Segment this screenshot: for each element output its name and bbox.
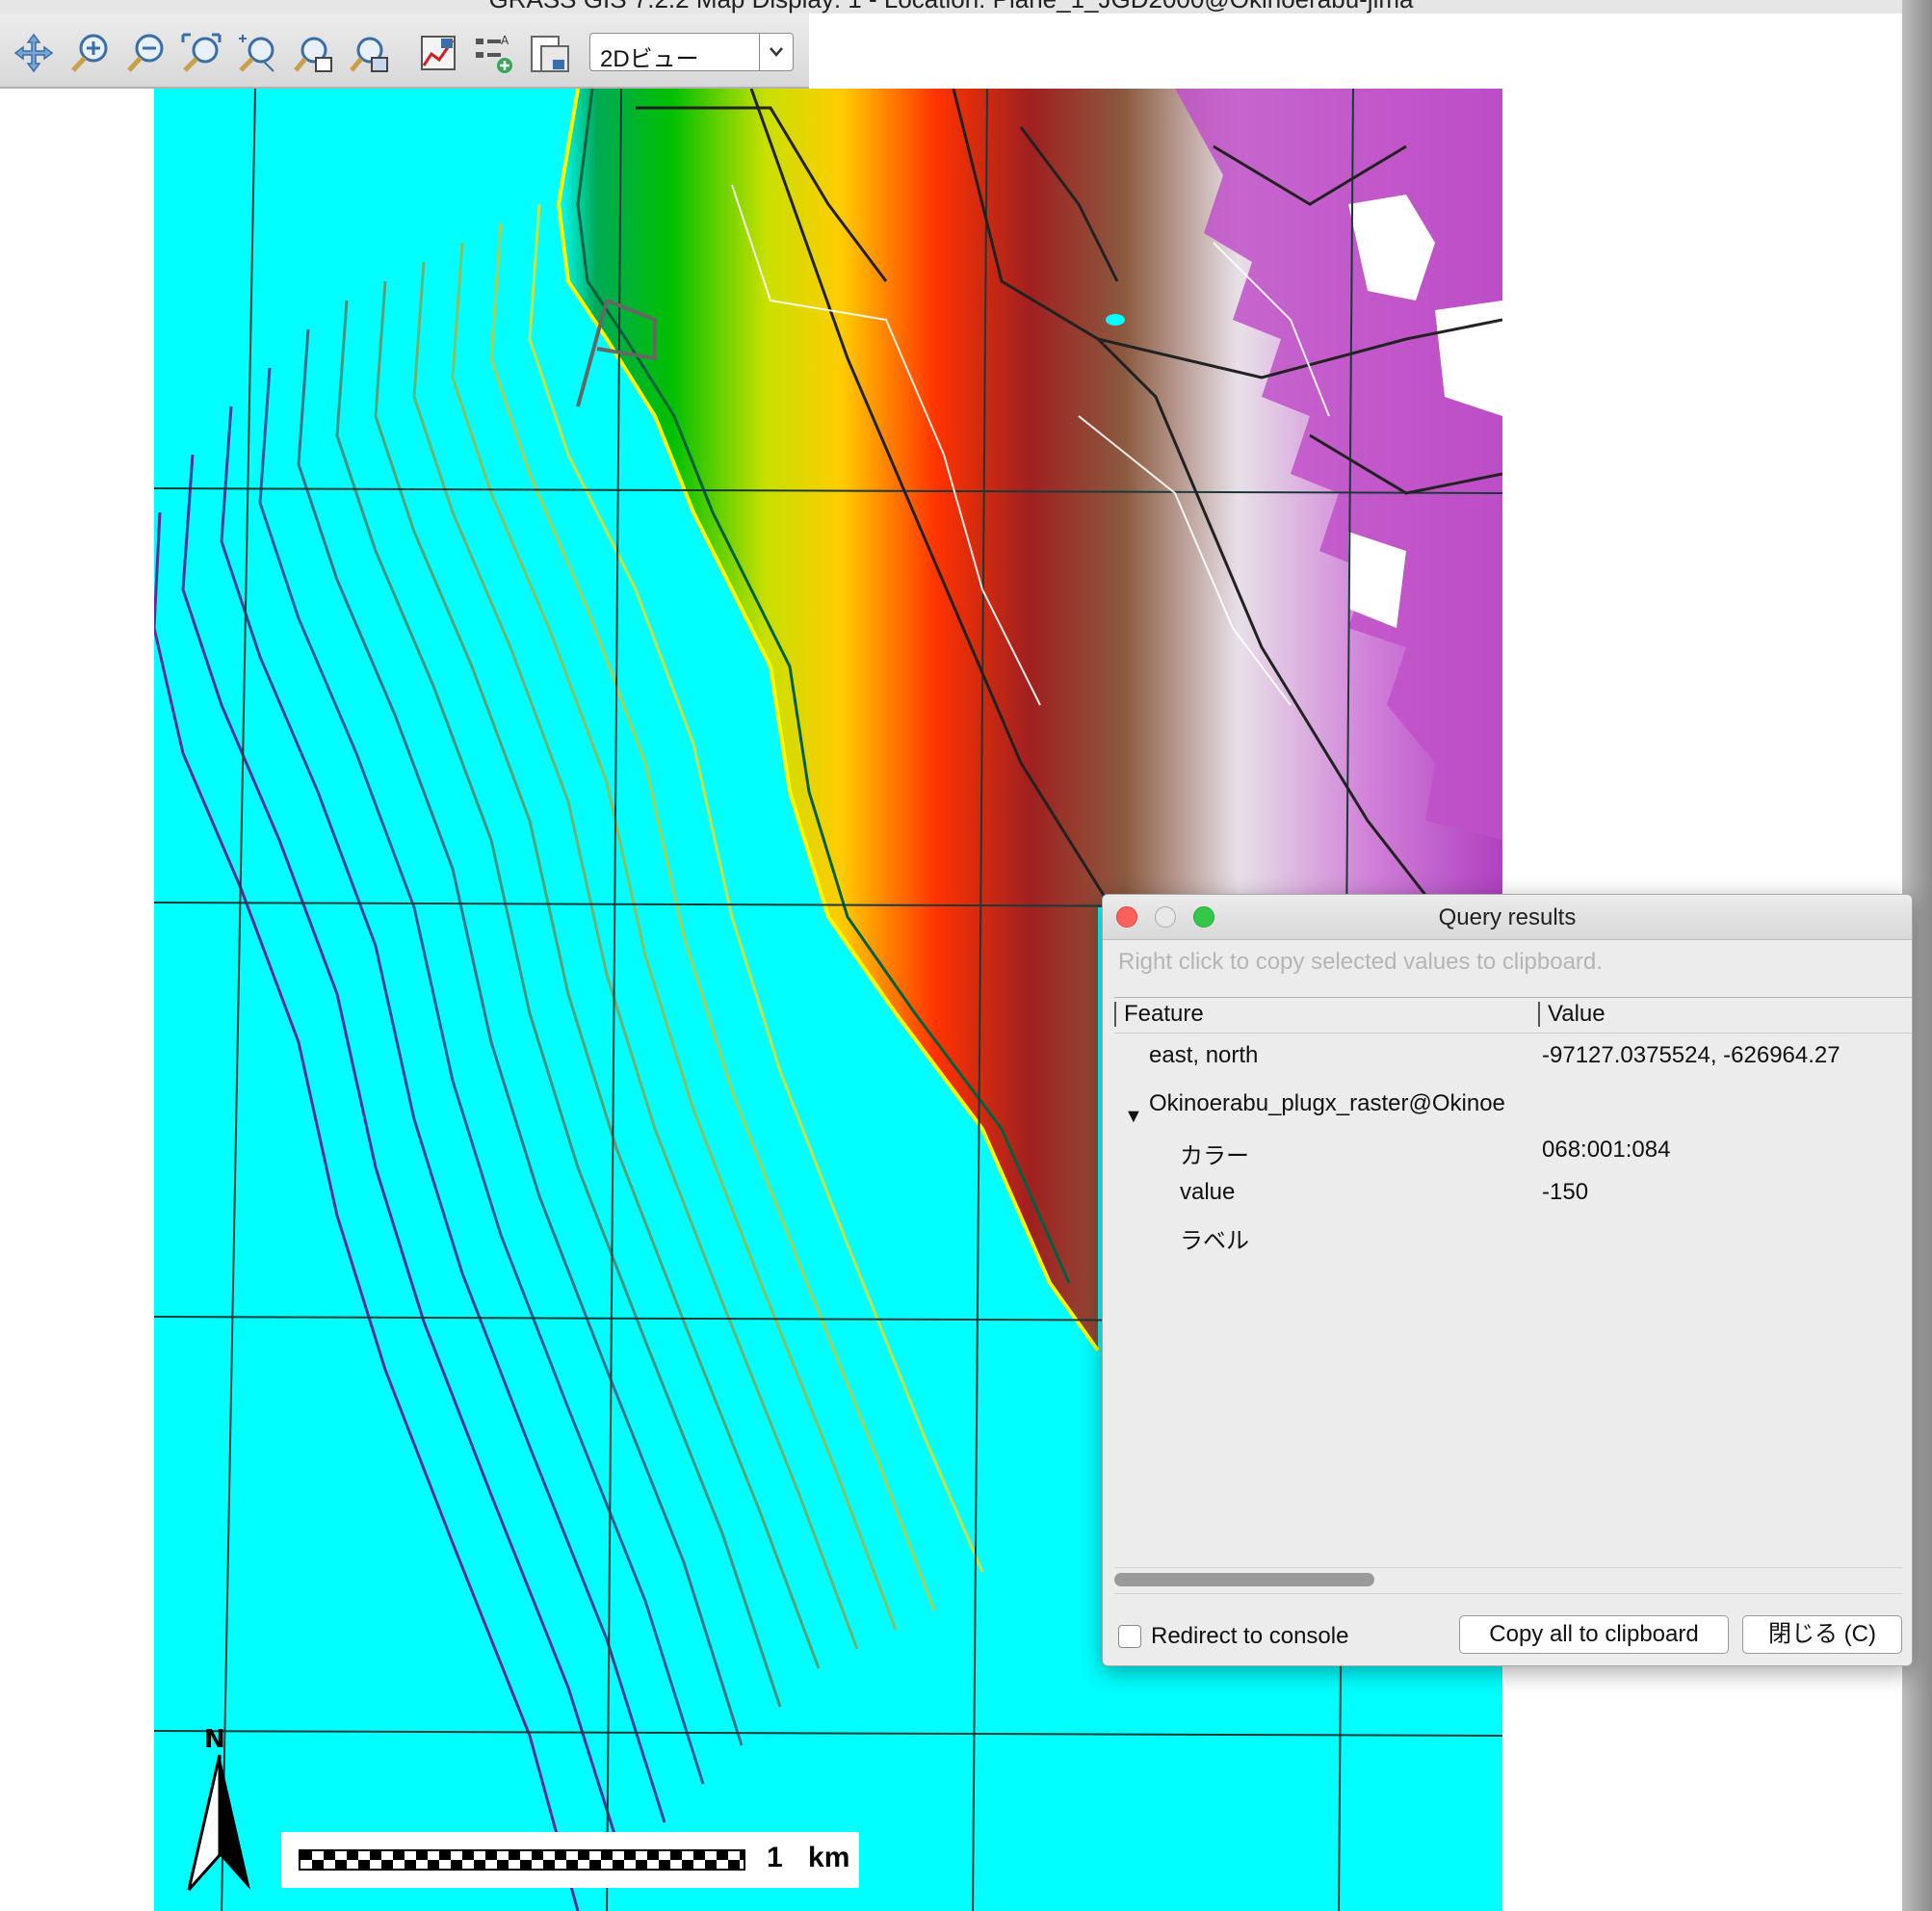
zoom-out-icon[interactable] <box>123 31 168 75</box>
scrollbar-thumb[interactable] <box>1114 1573 1374 1586</box>
zoom-layer-icon[interactable] <box>291 31 335 75</box>
color-value: 068:001:084 <box>1542 1137 1671 1163</box>
copy-all-button[interactable]: Copy all to clipboard <box>1459 1615 1729 1654</box>
window-title: GRASS GIS 7.2.2 Map Display: 1 - Locatio… <box>0 0 1902 13</box>
dialog-title: Query results <box>1438 904 1577 930</box>
header-divider <box>1114 1033 1912 1034</box>
value-column-header[interactable]: Value <box>1538 1002 1606 1027</box>
feature-column-header[interactable]: Feature <box>1114 1002 1204 1027</box>
redirect-console-checkbox[interactable] <box>1118 1625 1141 1648</box>
scale-bar-graphic <box>299 1849 745 1871</box>
pan-icon[interactable] <box>12 31 56 75</box>
north-label: N <box>204 1725 225 1754</box>
scale-bar: 1 km <box>281 1832 859 1888</box>
copy-hint: Right click to copy selected values to c… <box>1118 949 1603 975</box>
zoom-region-icon[interactable] <box>347 31 391 75</box>
close-button[interactable]: 閉じる (C) <box>1742 1615 1902 1654</box>
zoom-extent-icon[interactable] <box>179 31 223 75</box>
coords-value: -97127.0375524, -626964.27 <box>1542 1042 1841 1068</box>
scale-label: 1 km <box>767 1842 850 1873</box>
layer-name[interactable]: Okinoerabu_plugx_raster@Okinoe <box>1149 1090 1505 1117</box>
view-mode-value: 2Dビュー <box>600 46 699 72</box>
label-label: ラベル <box>1180 1228 1249 1254</box>
zoom-back-icon[interactable] <box>235 31 279 75</box>
view-mode-select[interactable]: 2Dビュー <box>589 33 794 72</box>
value-value: -150 <box>1542 1179 1589 1205</box>
svg-text:A: A <box>501 34 509 47</box>
redirect-console-label: Redirect to console <box>1151 1623 1349 1649</box>
overlay-icon[interactable]: A <box>472 31 516 75</box>
expand-triangle-icon[interactable]: ▼ <box>1124 1106 1143 1128</box>
zoom-in-icon[interactable] <box>67 31 112 75</box>
save-display-icon[interactable] <box>528 31 572 75</box>
coords-label: east, north <box>1149 1042 1259 1068</box>
color-label: カラー <box>1180 1143 1249 1169</box>
dialog-title-bar[interactable]: Query results <box>1103 895 1912 940</box>
window-title-bar: GRASS GIS 7.2.2 Map Display: 1 - Locatio… <box>0 0 1902 13</box>
chevron-down-icon <box>759 34 793 70</box>
value-label: value <box>1180 1179 1236 1205</box>
query-results-dialog: Query results Right click to copy select… <box>1102 894 1913 1666</box>
query-results-tree[interactable]: Feature Value east, north -97127.0375524… <box>1114 997 1912 1518</box>
map-toolbar: A 2Dビュー <box>0 13 809 89</box>
analyze-icon[interactable] <box>416 31 460 75</box>
north-arrow-icon: N <box>179 1720 260 1894</box>
